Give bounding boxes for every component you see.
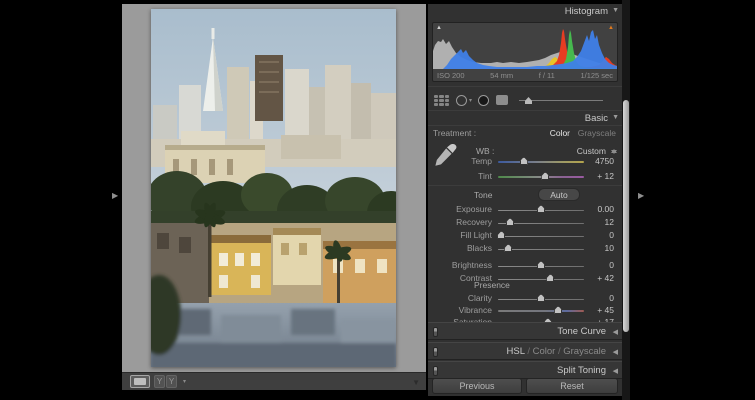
- tone-row: Tone Auto: [428, 188, 622, 202]
- slider-recovery: Recovery12: [428, 216, 622, 228]
- shutter-speed-value: 1/125 sec: [580, 71, 613, 80]
- slider-thumb[interactable]: [520, 157, 528, 165]
- lightroom-develop-window: ▶ ▶: [0, 0, 755, 400]
- panel-switch-icon[interactable]: [433, 347, 438, 357]
- slider-blacks: Blacks10: [428, 242, 622, 254]
- slider-thumb[interactable]: [546, 274, 554, 282]
- expand-arrow-icon: ◀: [613, 328, 618, 336]
- slider-thumb[interactable]: [537, 205, 545, 213]
- slider-track[interactable]: [498, 204, 584, 214]
- wb-dropdown-icon[interactable]: [610, 146, 617, 155]
- reset-button[interactable]: Reset: [526, 378, 618, 394]
- histogram[interactable]: ▲ ▲ ISO 200 54 mm f / 11 1/125 sec: [432, 22, 618, 82]
- slider-track[interactable]: [498, 171, 584, 181]
- slider-track[interactable]: [498, 217, 584, 227]
- histogram-graph[interactable]: [433, 25, 617, 69]
- tone-label: Tone: [474, 190, 492, 200]
- slider-brightness: Brightness0: [428, 259, 622, 271]
- expand-arrow-icon: ◀: [613, 367, 618, 375]
- auto-tone-button[interactable]: Auto: [538, 188, 580, 201]
- slider-track[interactable]: [498, 260, 584, 270]
- slider-track[interactable]: [498, 293, 584, 303]
- loupe-view-icon[interactable]: [130, 375, 150, 388]
- slider-contrast: Contrast+ 42: [428, 272, 622, 284]
- graduated-filter-icon[interactable]: [496, 95, 508, 105]
- collapse-arrow-icon[interactable]: ▼: [612, 7, 619, 14]
- panel-header-hsl-color-grayscale[interactable]: HSL / Color / Grayscale ◀: [428, 342, 622, 360]
- treatment-color-option[interactable]: Color: [550, 128, 570, 138]
- slider-track[interactable]: [498, 273, 584, 283]
- photo-san-francisco[interactable]: [151, 9, 396, 367]
- slider-thumb[interactable]: [497, 231, 505, 239]
- red-eye-correction-icon[interactable]: [478, 95, 489, 106]
- aperture-value: f / 11: [539, 71, 555, 80]
- exif-info: ISO 200 54 mm f / 11 1/125 sec: [433, 71, 617, 80]
- previous-button[interactable]: Previous: [432, 378, 522, 394]
- slider-exposure: Exposure0.00: [428, 203, 622, 215]
- treatment-label: Treatment :: [433, 128, 476, 138]
- slider-thumb[interactable]: [541, 172, 549, 180]
- slider-track[interactable]: [498, 156, 584, 166]
- slider-tint: Tint+ 12: [428, 170, 622, 182]
- panel-header-split-toning[interactable]: Split Toning ◀: [428, 361, 622, 379]
- spot-removal-icon[interactable]: [456, 95, 467, 106]
- left-panel-reveal-icon[interactable]: ▶: [112, 191, 118, 200]
- slider-thumb[interactable]: [554, 306, 562, 314]
- right-panel: Histogram ▼ ▲ ▲ ISO 200 54 mm f / 11 1/1…: [428, 4, 622, 396]
- slider-thumb[interactable]: [504, 244, 512, 252]
- focal-length-value: 54 mm: [490, 71, 513, 80]
- slider-track[interactable]: [498, 230, 584, 240]
- panel-switch-icon[interactable]: [433, 327, 438, 337]
- slider-thumb[interactable]: [537, 294, 545, 302]
- expand-arrow-icon: ◀: [613, 348, 618, 356]
- presence-label: Presence: [474, 280, 510, 290]
- slider-fill-light: Fill Light0: [428, 229, 622, 241]
- iso-value: ISO 200: [437, 71, 465, 80]
- slider-track[interactable]: [498, 243, 584, 253]
- slider-thumb[interactable]: [506, 218, 514, 226]
- slider-thumb[interactable]: [537, 261, 545, 269]
- crop-overlay-icon[interactable]: [434, 95, 449, 106]
- view-mode-dropdown-icon[interactable]: ▾: [183, 378, 186, 385]
- slider-track[interactable]: [498, 305, 584, 315]
- treatment-grayscale-option[interactable]: Grayscale: [578, 128, 616, 138]
- slider-temp: Temp4750: [428, 155, 622, 167]
- basic-title: Basic: [585, 113, 608, 124]
- panel-header-tone-curve[interactable]: Tone Curve ◀: [428, 322, 622, 340]
- right-panel-reveal-icon[interactable]: ▶: [638, 191, 644, 200]
- slider-clarity: Clarity0: [428, 292, 622, 304]
- develop-toolbar: Y Y ▾ ▼: [122, 372, 426, 390]
- slider-vibrance: Vibrance+ 45: [428, 304, 622, 316]
- image-canvas[interactable]: [122, 4, 426, 372]
- scrollbar-thumb[interactable]: [623, 100, 629, 332]
- histogram-panel-header[interactable]: Histogram ▼: [428, 6, 622, 20]
- histogram-title: Histogram: [565, 6, 608, 17]
- toolbar-collapse-icon[interactable]: ▼: [412, 378, 420, 387]
- panel-scrollbar[interactable]: [622, 0, 630, 400]
- tool-amount-slider[interactable]: [519, 95, 603, 105]
- before-after-view-icon[interactable]: Y Y: [154, 375, 177, 388]
- panel-switch-icon[interactable]: [433, 366, 438, 376]
- collapse-arrow-icon[interactable]: ▼: [612, 114, 619, 121]
- tool-strip: [428, 90, 622, 110]
